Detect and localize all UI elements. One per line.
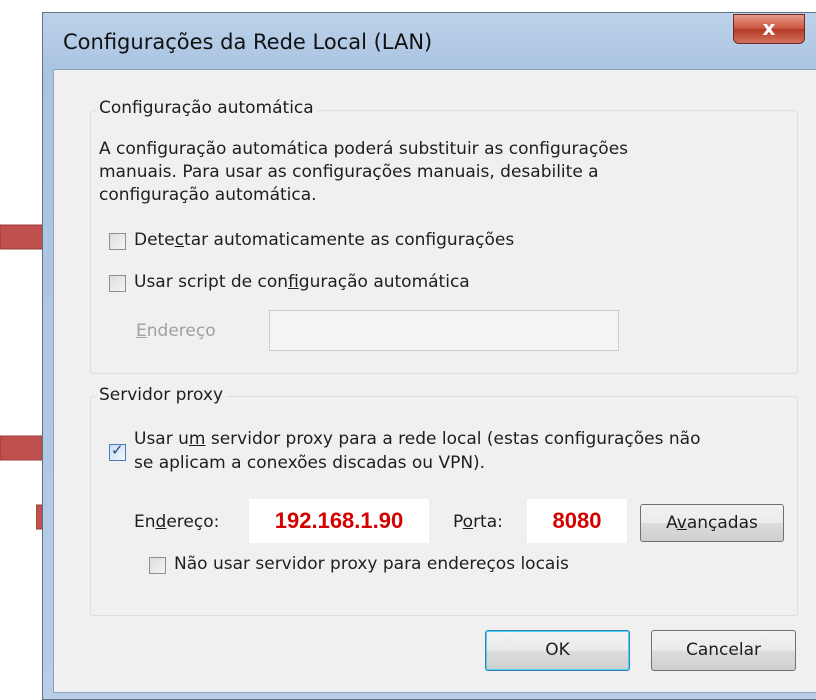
close-button[interactable]: x [733,14,805,44]
proxy-port-label: Porta: [453,512,503,532]
script-address-input [269,310,619,351]
bypass-local-checkbox[interactable] [149,557,166,574]
auto-script-checkbox[interactable] [109,275,126,292]
lan-settings-dialog: Configurações da Rede Local (LAN) x Conf… [42,12,816,700]
cancel-button[interactable]: Cancelar [651,630,796,671]
proxy-legend: Servidor proxy [96,385,227,405]
window-title: Configurações da Rede Local (LAN) [63,30,433,54]
auto-config-description: A configuração automática poderá substit… [99,139,629,205]
title-bar: Configurações da Rede Local (LAN) x [43,13,816,75]
auto-config-legend: Configuração automática [96,98,317,118]
detect-settings-label[interactable]: Detectar automaticamente as configuraçõe… [134,230,514,250]
close-icon: x [762,16,776,40]
dialog-client-area: Configuração automática A configuração a… [53,69,816,693]
use-proxy-label[interactable]: Usar um servidor proxy para a rede local… [134,429,700,449]
script-address-label: Endereço [136,321,216,341]
proxy-port-input[interactable]: 8080 [527,499,627,543]
ok-button[interactable]: OK [485,630,630,671]
use-proxy-label-line2: se aplicam a conexões discadas ou VPN). [134,453,486,473]
use-proxy-checkbox[interactable]: ✓ [109,441,126,461]
bypass-local-label[interactable]: Não usar servidor proxy para endereços l… [174,554,569,574]
checkmark-icon: ✓ [111,441,124,459]
proxy-address-input[interactable]: 192.168.1.90 [249,499,429,543]
auto-script-label[interactable]: Usar script de configuração automática [134,272,470,292]
proxy-address-label: Endereço: [134,512,220,532]
advanced-button[interactable]: Avançadas [640,504,784,542]
detect-settings-checkbox[interactable] [109,233,126,250]
